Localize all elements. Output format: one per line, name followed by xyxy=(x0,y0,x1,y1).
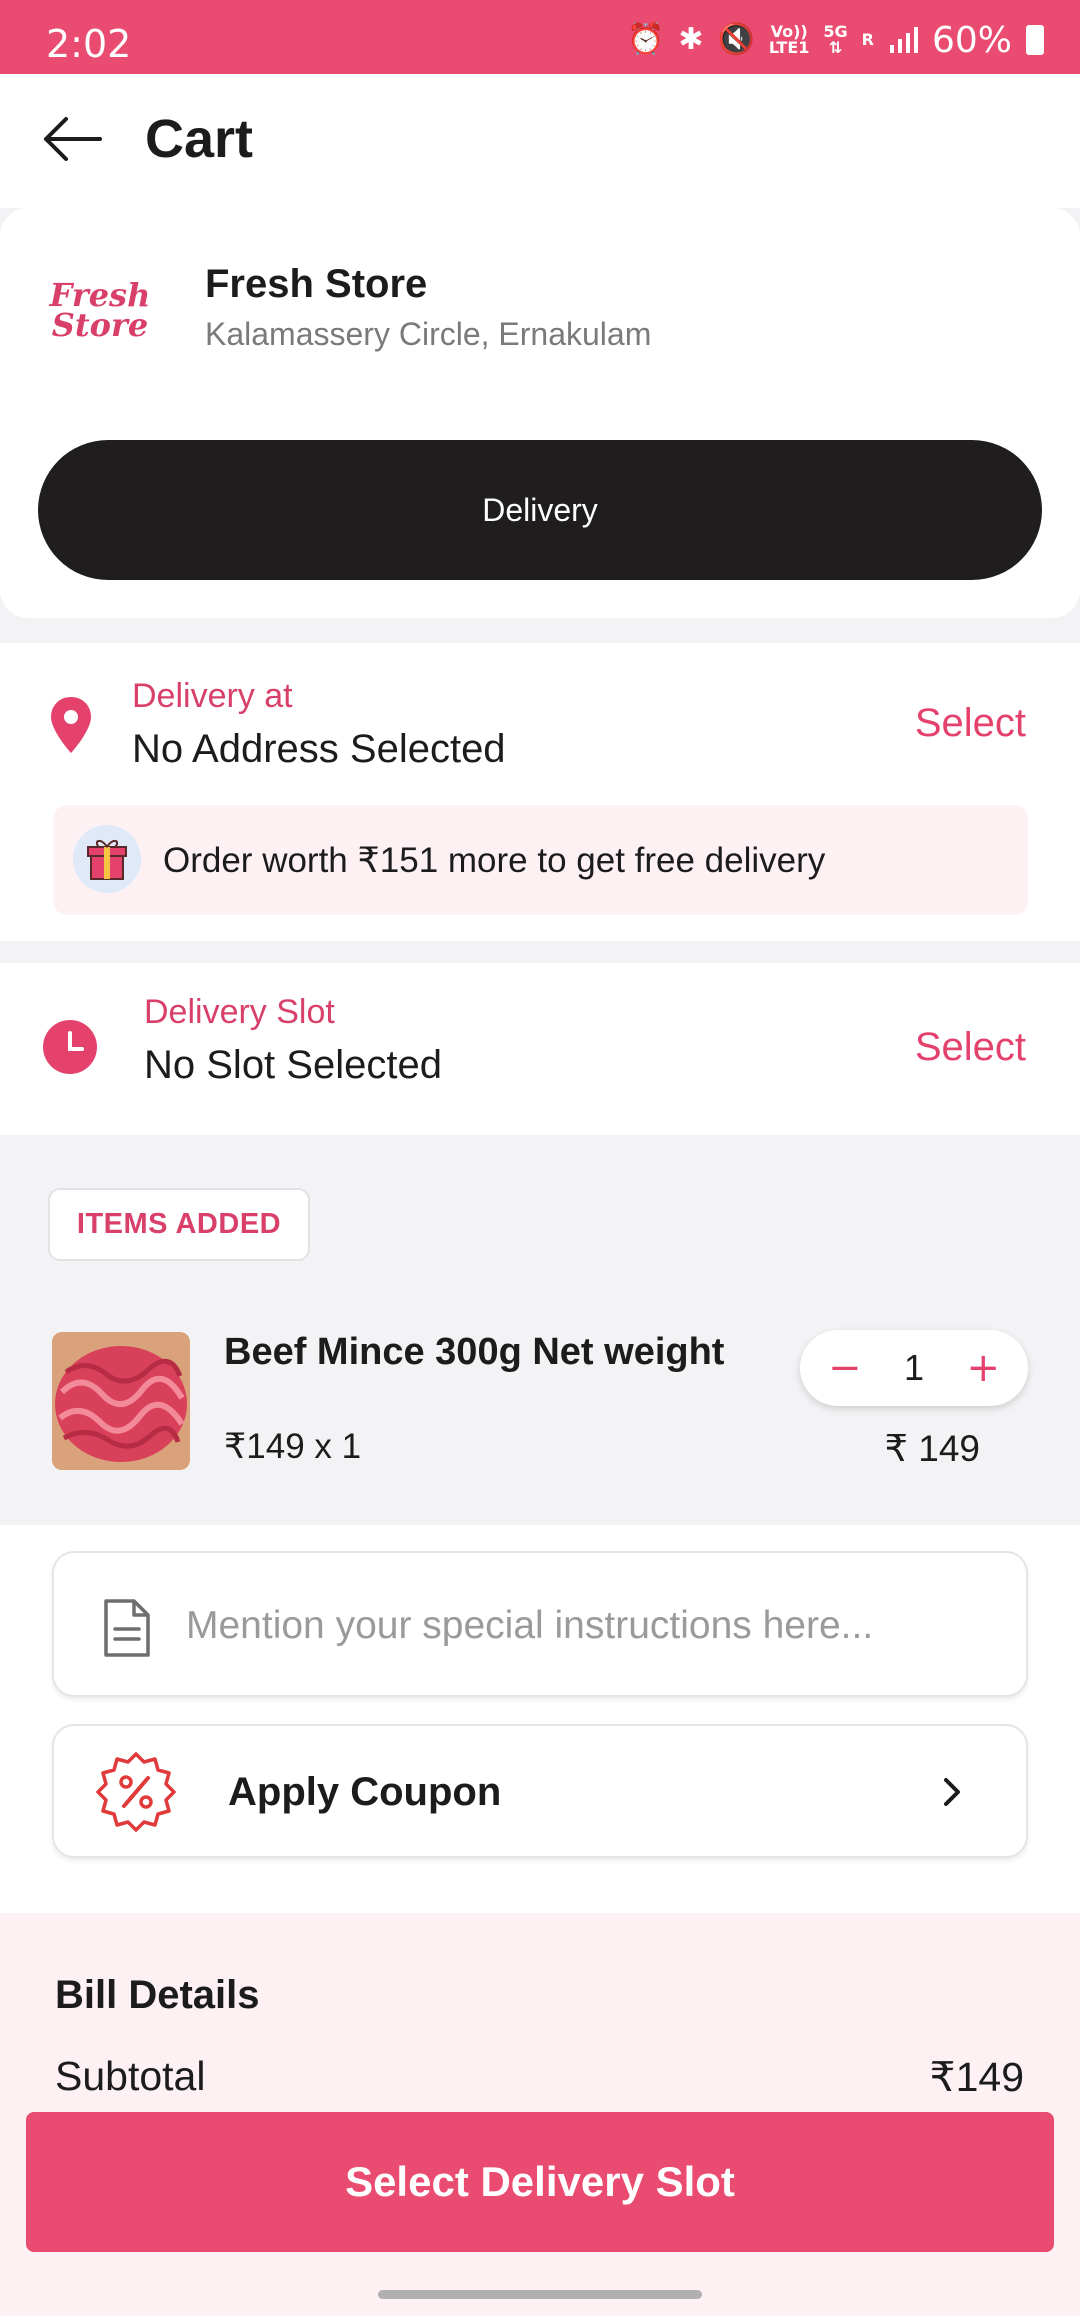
extras-section: Apply Coupon xyxy=(0,1525,1080,1913)
subtotal-label: Subtotal xyxy=(55,2053,206,2099)
store-card: Fresh Store Fresh Store Kalamassery Circ… xyxy=(0,208,1080,618)
gift-icon xyxy=(73,825,141,893)
select-address-link[interactable]: Select xyxy=(915,701,1026,746)
bluetooth-icon: ✱ xyxy=(678,22,704,57)
items-section: ITEMS ADDED Beef Mince 300g Net weight ₹… xyxy=(0,1135,1080,1525)
delivery-slot-value: No Slot Selected xyxy=(144,1043,442,1087)
status-bar: 2:02 ⏰ ✱ 🔇 Vo)) LTE1 5G ⇅ R 60% xyxy=(0,0,1080,74)
clock-icon xyxy=(43,1020,97,1074)
roaming-indicator: R xyxy=(861,30,874,49)
back-arrow-icon[interactable] xyxy=(38,104,108,174)
subtotal-value: ₹149 xyxy=(929,2054,1025,2100)
delivery-address-section: Delivery at No Address Selected Select O… xyxy=(0,643,1080,941)
battery-percent: 60% xyxy=(931,19,1012,61)
mute-icon: 🔇 xyxy=(717,22,755,57)
store-name: Fresh Store xyxy=(205,262,428,306)
item-thumbnail xyxy=(52,1332,190,1470)
minus-icon[interactable]: − xyxy=(828,1345,862,1391)
item-name: Beef Mince 300g Net weight xyxy=(224,1331,725,1373)
delivery-mode-button[interactable]: Delivery xyxy=(38,440,1042,580)
bill-details-title: Bill Details xyxy=(55,1973,260,2017)
network-5g-label: 5G xyxy=(823,22,848,41)
battery-icon xyxy=(1026,25,1044,55)
document-icon xyxy=(104,1599,150,1657)
signal-icon xyxy=(889,27,918,53)
chevron-right-icon xyxy=(944,1778,960,1806)
item-price-qty: ₹149 x 1 xyxy=(224,1427,362,1466)
coupon-percent-icon xyxy=(96,1752,176,1832)
apply-coupon-button[interactable]: Apply Coupon xyxy=(52,1724,1028,1858)
quantity-stepper: − 1 + xyxy=(800,1330,1028,1406)
special-instructions-box xyxy=(52,1551,1028,1697)
home-indicator[interactable] xyxy=(378,2290,702,2299)
logo-text-line2: Store xyxy=(51,306,149,344)
page-title: Cart xyxy=(145,109,254,169)
store-address: Kalamassery Circle, Ernakulam xyxy=(205,316,652,352)
item-total: ₹ 149 xyxy=(884,1428,980,1469)
app-header: Cart xyxy=(0,74,1080,208)
store-logo: Fresh Store xyxy=(50,260,151,360)
select-delivery-slot-button[interactable]: Select Delivery Slot xyxy=(26,2112,1054,2252)
delivery-address-value: No Address Selected xyxy=(132,727,506,771)
status-icons: ⏰ ✱ 🔇 Vo)) LTE1 5G ⇅ R 60% xyxy=(627,19,1044,61)
special-instructions-input[interactable] xyxy=(186,1591,986,1661)
delivery-slot-label: Delivery Slot xyxy=(144,993,335,1031)
delivery-slot-section: Delivery Slot No Slot Selected Select xyxy=(0,963,1080,1135)
delivery-at-label: Delivery at xyxy=(132,677,293,715)
select-slot-link[interactable]: Select xyxy=(915,1025,1026,1070)
free-delivery-banner: Order worth ₹151 more to get free delive… xyxy=(53,805,1028,915)
volte-indicator: Vo)) LTE1 xyxy=(769,24,810,56)
promo-text: Order worth ₹151 more to get free delive… xyxy=(163,841,826,880)
location-pin-icon xyxy=(51,697,91,753)
alarm-icon: ⏰ xyxy=(627,22,665,57)
status-time: 2:02 xyxy=(46,22,132,66)
quantity-value: 1 xyxy=(903,1347,925,1388)
lte-label: LTE1 xyxy=(768,38,810,57)
items-added-badge: ITEMS ADDED xyxy=(48,1188,310,1261)
network-5g-indicator: 5G ⇅ xyxy=(823,22,848,57)
plus-icon[interactable]: + xyxy=(966,1345,1000,1391)
apply-coupon-label: Apply Coupon xyxy=(228,1770,502,1814)
